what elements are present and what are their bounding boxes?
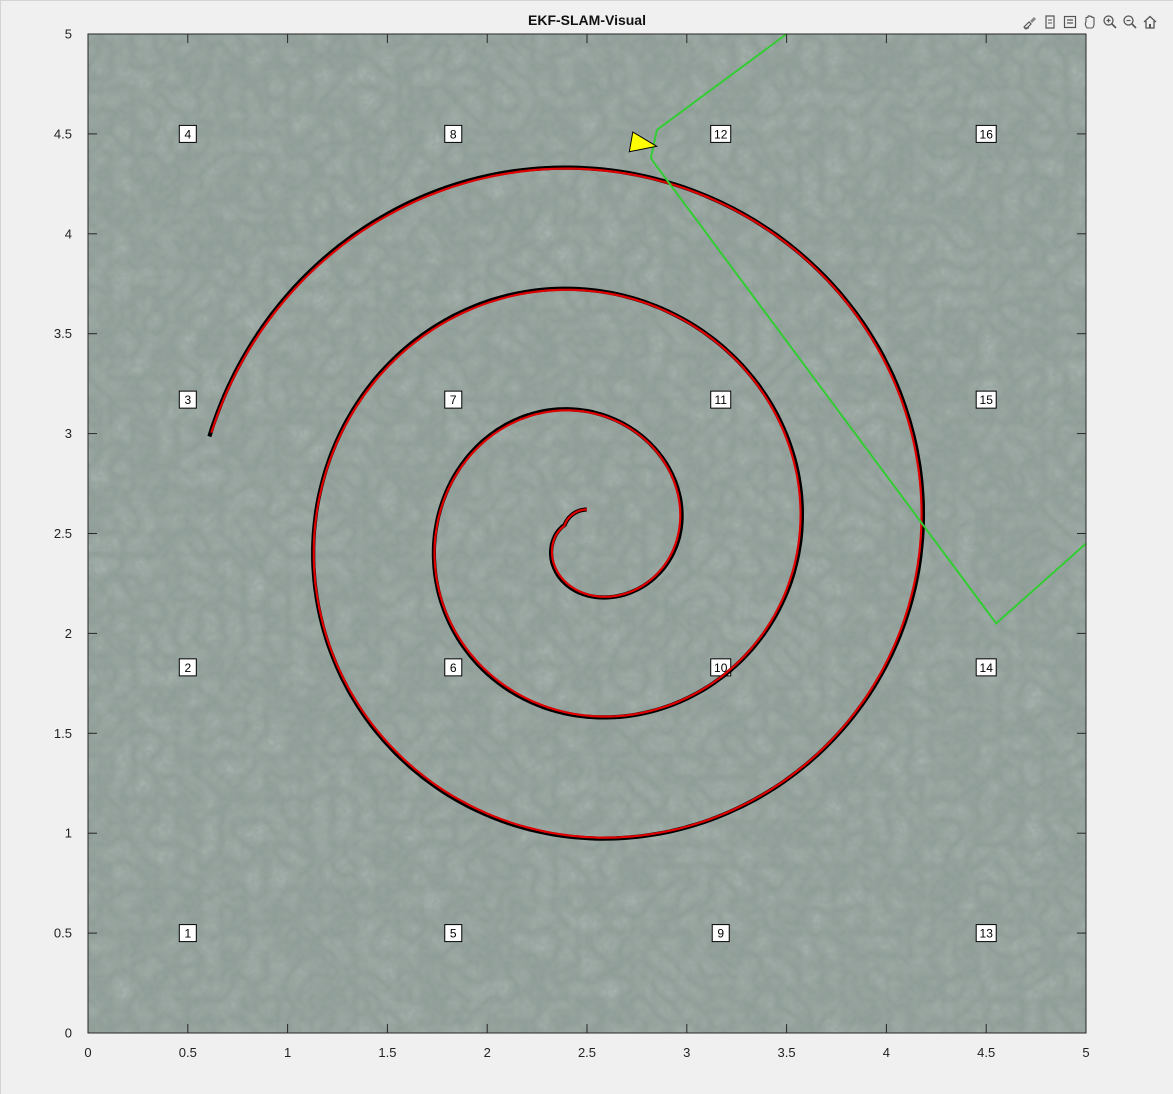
zoom-out-icon[interactable] xyxy=(1120,13,1139,32)
chart-canvas[interactable]: 12345678910111213141516 0 0.5 1 1.5 2 2.5 3 3.5… xyxy=(0,0,1173,1094)
landmark-label: 9 xyxy=(717,927,724,941)
landmark-label: 8 xyxy=(450,127,457,141)
landmark-label: 7 xyxy=(450,393,457,407)
y-tick-label: 4.5 xyxy=(54,126,72,141)
y-tick-label: 0 xyxy=(65,1026,72,1041)
landmark-label: 4 xyxy=(184,127,191,141)
x-tick-label: 1.5 xyxy=(378,1045,396,1060)
plot-texture-dark xyxy=(88,34,1086,1033)
y-tick-label: 3.5 xyxy=(54,326,72,341)
landmark-label: 15 xyxy=(980,393,994,407)
landmark-label: 11 xyxy=(714,393,727,407)
y-tick-label: 0.5 xyxy=(54,926,72,941)
y-tick-label: 2 xyxy=(65,626,72,641)
home-icon[interactable] xyxy=(1140,13,1159,32)
landmark-label: 13 xyxy=(980,927,994,941)
x-tick-label: 0.5 xyxy=(179,1045,197,1060)
x-tick-label: 4 xyxy=(883,1045,890,1060)
y-tick-label: 1 xyxy=(65,826,72,841)
y-tick-label: 1.5 xyxy=(54,726,72,741)
axes-toolbar xyxy=(1020,12,1159,32)
x-tick-label: 3.5 xyxy=(778,1045,796,1060)
pan-icon[interactable] xyxy=(1080,13,1099,32)
landmark-label: 5 xyxy=(450,927,457,941)
y-tick-label: 2.5 xyxy=(54,526,72,541)
plot-area xyxy=(88,34,1086,1033)
landmark-label: 2 xyxy=(184,661,191,675)
landmark-label: 3 xyxy=(184,393,191,407)
y-tick-label: 3 xyxy=(65,426,72,441)
landmark-label: 14 xyxy=(980,661,994,675)
legend-icon[interactable] xyxy=(1060,13,1079,32)
x-tick-label: 1 xyxy=(284,1045,291,1060)
landmark-label: 16 xyxy=(980,127,994,141)
chart-title: EKF-SLAM-Visual xyxy=(528,12,646,28)
y-tick-label: 5 xyxy=(65,27,72,42)
x-tick-label: 2 xyxy=(484,1045,491,1060)
landmark-label: 12 xyxy=(714,127,728,141)
brush-icon[interactable] xyxy=(1020,13,1039,32)
x-tick-label: 5 xyxy=(1082,1045,1089,1060)
x-tick-label: 4.5 xyxy=(977,1045,995,1060)
zoom-in-icon[interactable] xyxy=(1100,13,1119,32)
landmark-label: 6 xyxy=(450,661,457,675)
export-icon[interactable] xyxy=(1040,13,1059,32)
landmark-label: 1 xyxy=(184,927,191,941)
x-tick-label: 3 xyxy=(683,1045,690,1060)
x-tick-label: 2.5 xyxy=(578,1045,596,1060)
x-tick-label: 0 xyxy=(84,1045,91,1060)
y-tick-label: 4 xyxy=(65,226,72,241)
